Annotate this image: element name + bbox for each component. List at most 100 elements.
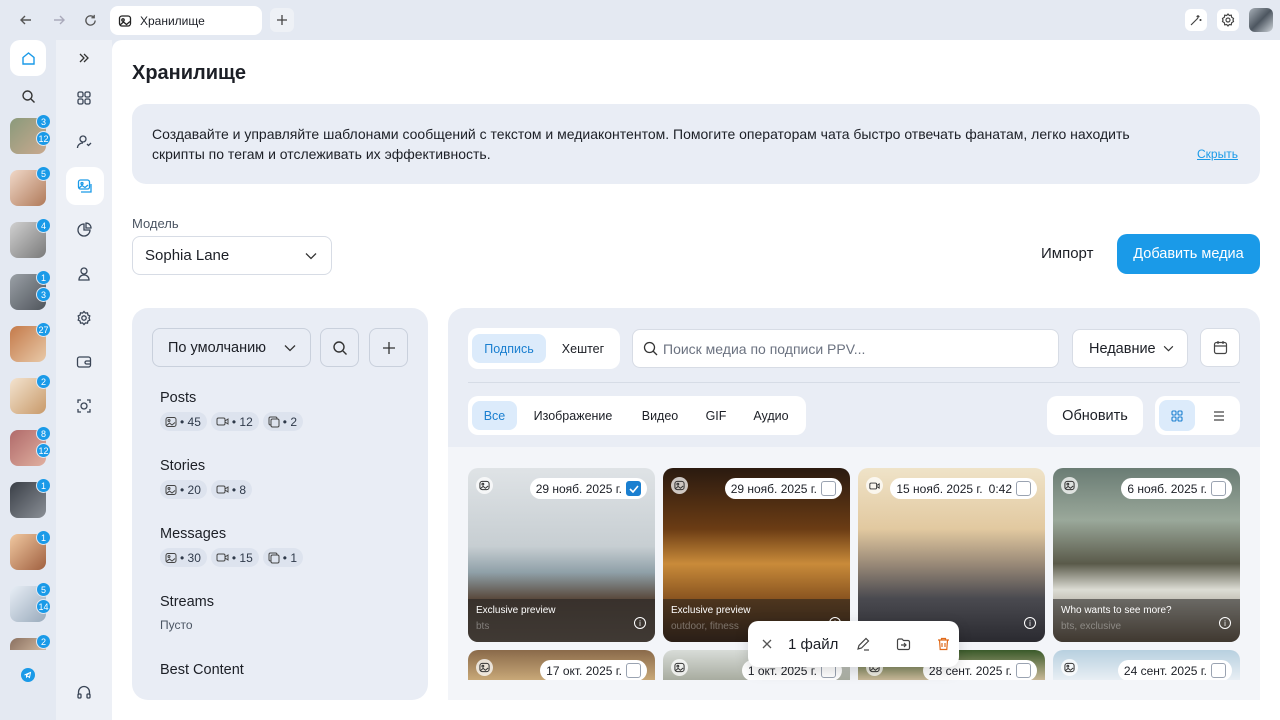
storage-nav[interactable] xyxy=(66,167,104,205)
unread-badge: 1 xyxy=(36,478,51,493)
list-view-button[interactable] xyxy=(1201,400,1237,431)
back-button[interactable] xyxy=(14,8,38,32)
media-select-checkbox[interactable] xyxy=(1211,481,1226,496)
check-icon xyxy=(628,484,639,493)
reload-button[interactable] xyxy=(78,8,102,32)
analytics-nav[interactable] xyxy=(66,212,102,248)
calendar-button[interactable] xyxy=(1200,328,1240,367)
media-card[interactable]: 29 нояб. 2025 г. Exclusive preview bts i xyxy=(468,468,655,642)
rail-search-button[interactable] xyxy=(10,78,46,114)
settings-button[interactable] xyxy=(1217,9,1239,31)
media-caption: Exclusive preview xyxy=(476,605,556,616)
chevron-down-icon xyxy=(1163,345,1174,352)
support-nav[interactable] xyxy=(66,674,102,710)
info-text: Создавайте и управляйте шаблонами сообще… xyxy=(152,126,1130,162)
image-icon xyxy=(1064,480,1075,491)
tab-caption[interactable]: Подпись xyxy=(472,334,546,363)
folder-move-icon xyxy=(897,638,911,651)
magic-button[interactable] xyxy=(1185,9,1207,31)
search-icon xyxy=(643,341,658,356)
count-chip: • 45 xyxy=(160,412,207,431)
media-card[interactable]: 29 нояб. 2025 г. Exclusive preview outdoor… xyxy=(663,468,850,642)
add-folder-button[interactable] xyxy=(369,328,408,367)
tab-audio[interactable]: Аудио xyxy=(743,401,799,430)
telegram-icon xyxy=(21,668,35,682)
folder-sort-select[interactable]: По умолчанию xyxy=(152,328,311,367)
target-icon xyxy=(77,399,91,413)
unread-badge: 1 xyxy=(36,270,51,285)
user-avatar[interactable] xyxy=(1249,8,1273,32)
gif-icon xyxy=(268,416,280,427)
info-icon[interactable]: i xyxy=(1219,617,1231,629)
grid-icon xyxy=(77,91,91,105)
media-date: 17 окт. 2025 г. xyxy=(546,663,622,678)
refresh-button[interactable]: Обновить xyxy=(1047,396,1143,435)
grid-view-button[interactable] xyxy=(1159,400,1195,431)
media-search-input[interactable]: Поиск медиа по подписи PPV... xyxy=(632,329,1059,368)
folder-name[interactable]: Stories xyxy=(160,458,205,474)
dashboard-nav[interactable] xyxy=(66,80,102,116)
image-icon xyxy=(165,484,177,495)
home-button[interactable] xyxy=(10,40,46,76)
folder-name[interactable]: Best Content xyxy=(160,662,244,678)
new-tab-button[interactable] xyxy=(270,8,294,32)
folder-name[interactable]: Messages xyxy=(160,526,226,542)
video-icon xyxy=(869,482,880,489)
count-chip: • 1 xyxy=(262,548,303,567)
media-card[interactable]: 6 нояб. 2025 г. Who wants to see more? bts… xyxy=(1053,468,1240,642)
models-nav[interactable] xyxy=(66,256,102,292)
media-caption-area: Who wants to see more? bts, exclusive xyxy=(1053,599,1240,642)
media-sort-value: Недавние xyxy=(1089,340,1156,357)
page-title: Хранилище xyxy=(132,62,247,84)
headphones-icon xyxy=(77,685,91,699)
media-date: 29 нояб. 2025 г. xyxy=(535,481,622,496)
media-select-checkbox[interactable] xyxy=(1016,481,1031,496)
sparkle-icon xyxy=(1190,15,1202,26)
tab-video[interactable]: Видео xyxy=(631,401,689,430)
media-card[interactable]: 15 нояб. 2025 г. 0:42 i xyxy=(858,468,1045,642)
close-icon[interactable] xyxy=(762,639,772,649)
media-select-checkbox[interactable] xyxy=(626,481,641,496)
media-sort-select[interactable]: Недавние xyxy=(1072,329,1188,368)
folder-search-button[interactable] xyxy=(320,328,359,367)
browser-tab[interactable]: Хранилище xyxy=(110,6,262,35)
tab-hashtag[interactable]: Хештег xyxy=(549,334,617,363)
delete-button[interactable] xyxy=(937,637,950,651)
move-button[interactable] xyxy=(896,637,911,651)
users-nav[interactable] xyxy=(66,124,102,160)
wallet-nav[interactable] xyxy=(66,344,102,380)
tab-image[interactable]: Изображение xyxy=(523,401,623,430)
reload-icon xyxy=(84,14,96,26)
folder-name[interactable]: Posts xyxy=(160,390,196,406)
arrow-left-icon xyxy=(20,15,31,25)
media-card[interactable]: 17 окт. 2025 г. xyxy=(468,650,655,680)
media-select-checkbox[interactable] xyxy=(1016,663,1031,678)
media-type-badge xyxy=(671,477,688,494)
media-type-badge xyxy=(476,477,493,494)
model-select[interactable]: Sophia Lane xyxy=(132,236,332,275)
image-icon xyxy=(1064,662,1075,673)
forward-button[interactable] xyxy=(47,8,71,32)
plus-icon xyxy=(382,341,395,354)
info-icon[interactable]: i xyxy=(634,617,646,629)
folder-name[interactable]: Streams xyxy=(160,594,214,610)
ai-nav[interactable] xyxy=(66,388,102,424)
media-select-checkbox[interactable] xyxy=(626,663,641,678)
import-button[interactable]: Импорт xyxy=(1041,245,1093,262)
settings-nav[interactable] xyxy=(66,300,102,336)
folder-sort-value: По умолчанию xyxy=(168,339,267,356)
info-icon[interactable]: i xyxy=(1024,617,1036,629)
hide-info-link[interactable]: Скрыть xyxy=(1197,147,1238,161)
tab-gif[interactable]: GIF xyxy=(697,401,735,430)
media-select-checkbox[interactable] xyxy=(821,481,836,496)
media-card[interactable]: 24 сент. 2025 г. xyxy=(1053,650,1240,680)
add-media-button[interactable]: Добавить медиа xyxy=(1117,234,1260,274)
telegram-button[interactable] xyxy=(10,657,46,693)
media-select-checkbox[interactable] xyxy=(1211,663,1226,678)
search-mode-tabs: Подпись Хештег xyxy=(468,328,620,369)
media-tags: bts xyxy=(476,621,490,632)
tab-all[interactable]: Все xyxy=(472,401,517,430)
pencil-icon xyxy=(857,637,870,651)
expand-sidebar-button[interactable] xyxy=(66,40,102,76)
edit-button[interactable] xyxy=(856,637,870,651)
